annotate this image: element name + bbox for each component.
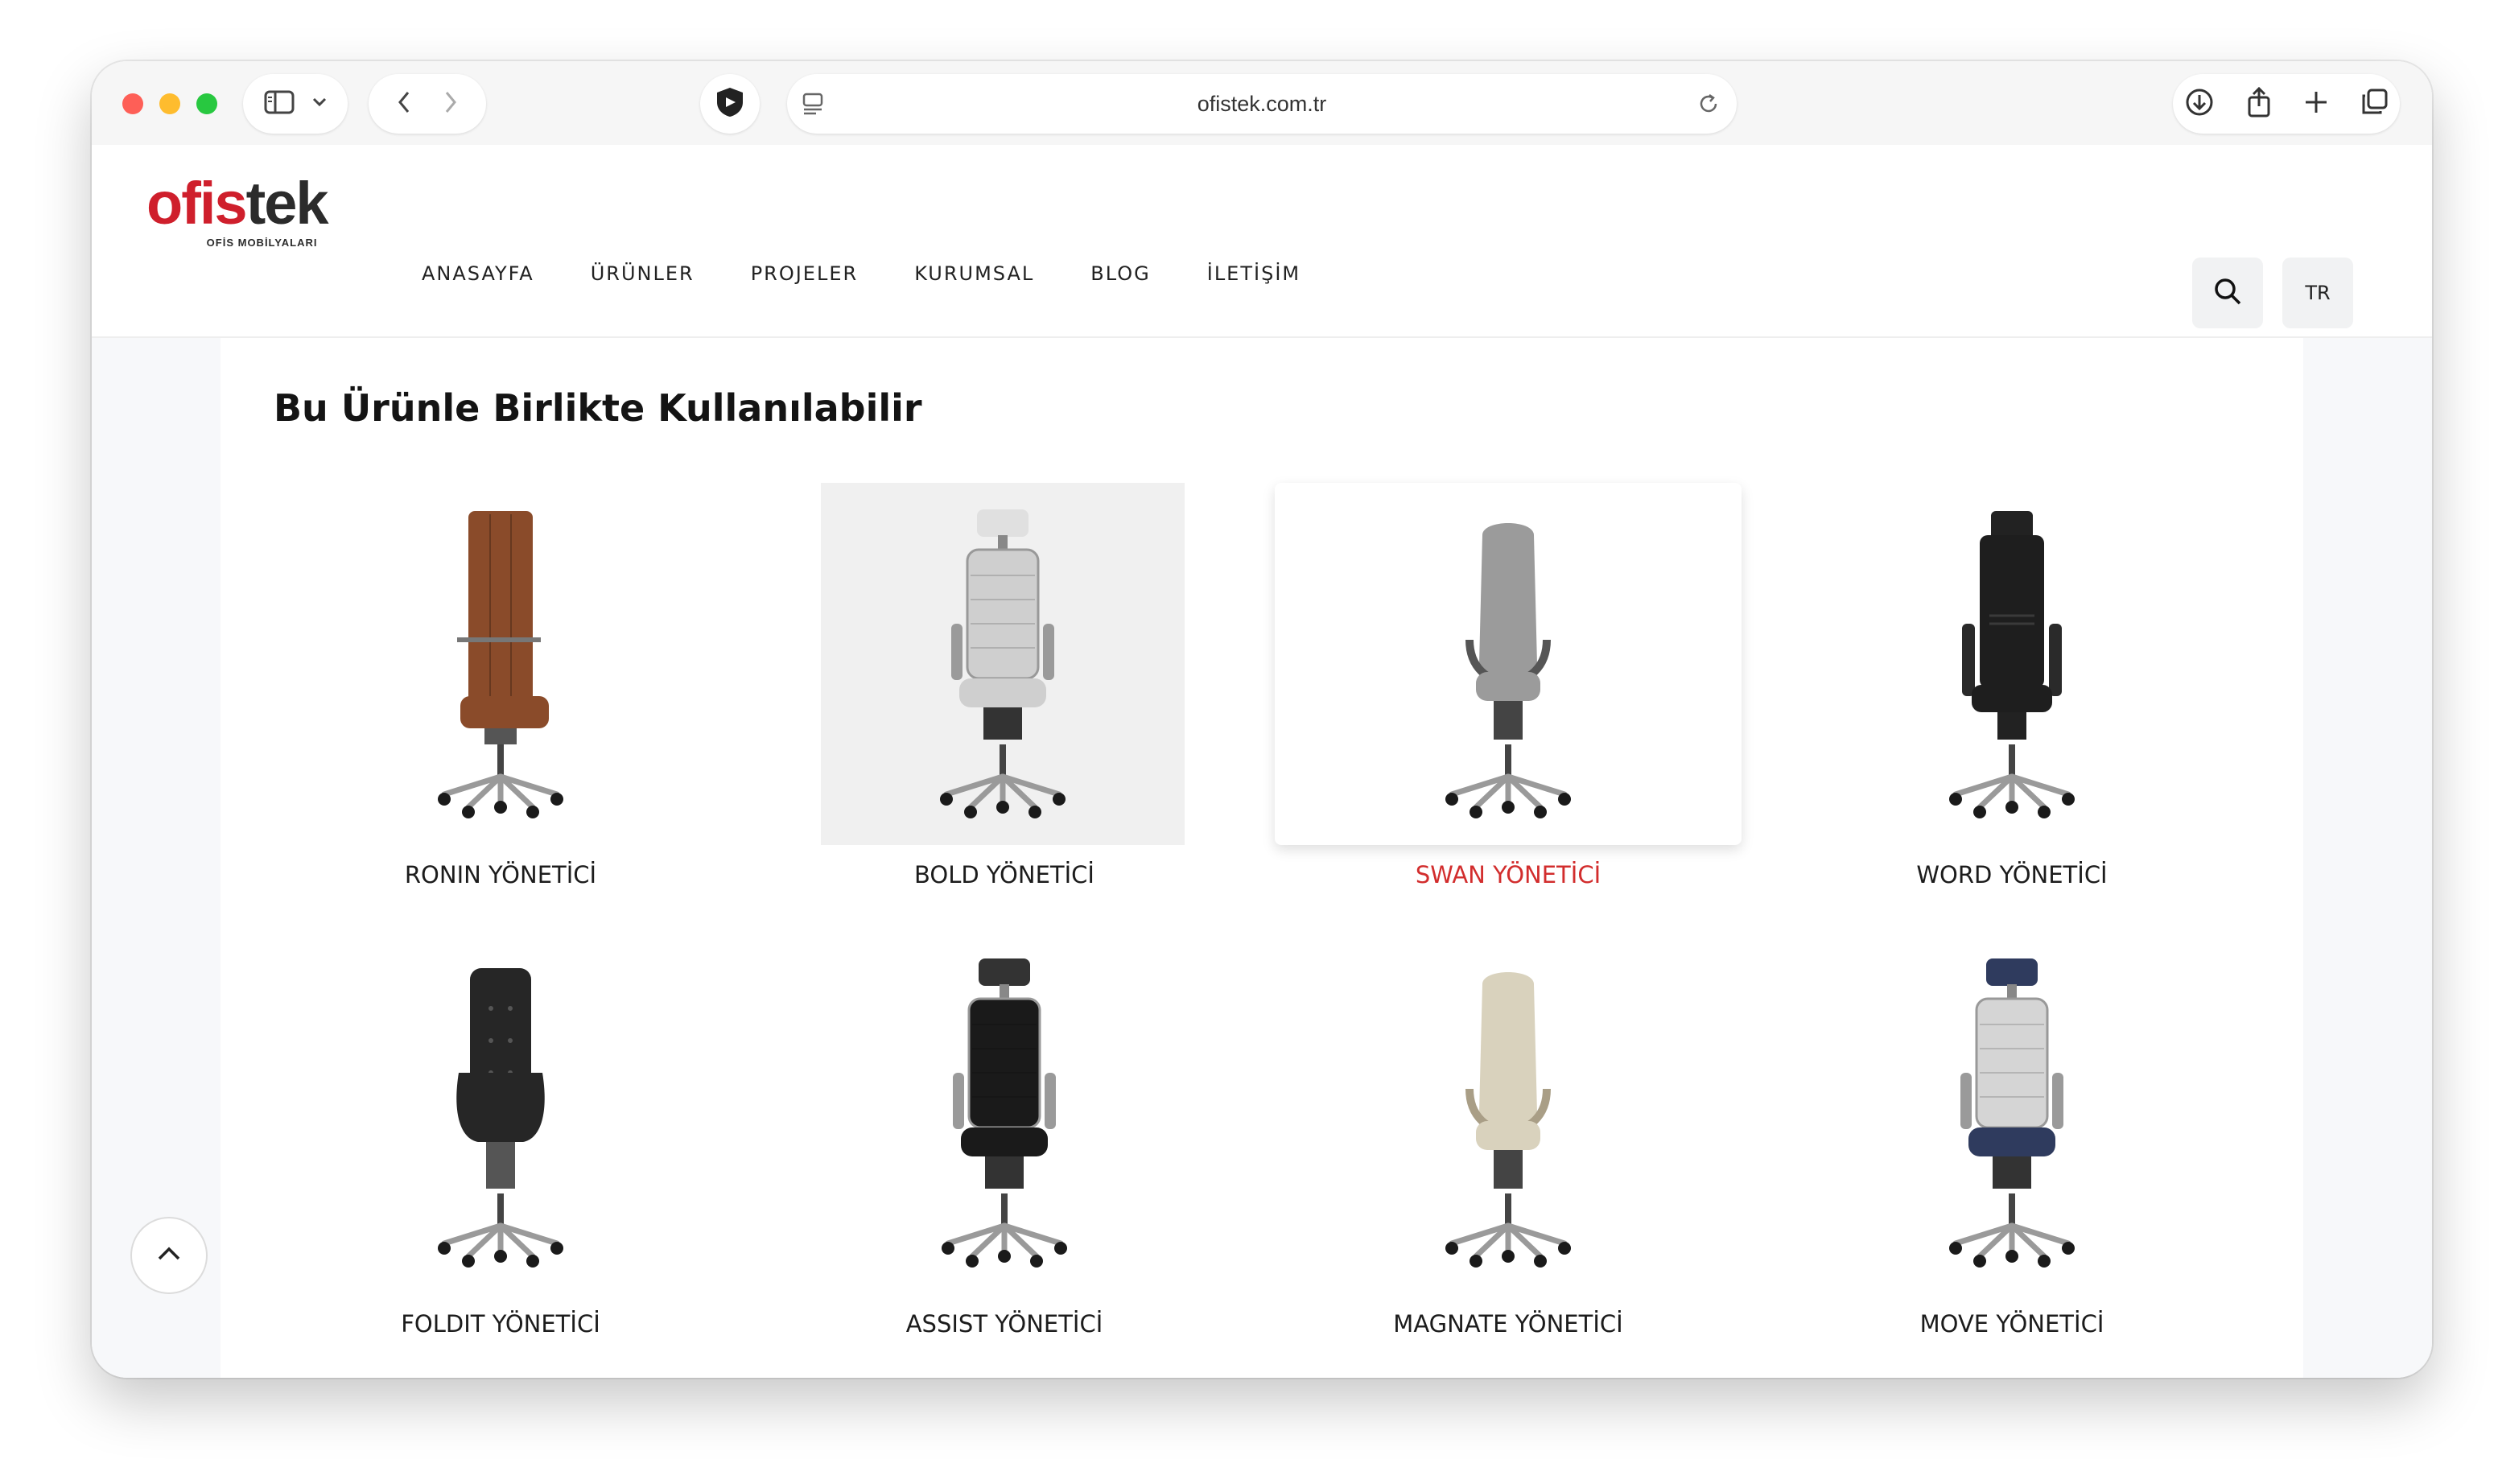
sidebar-toggle-group[interactable] bbox=[243, 74, 348, 134]
reload-icon[interactable] bbox=[1696, 92, 1721, 120]
nav-item-kurumsal[interactable]: KURUMSAL bbox=[914, 262, 1034, 285]
logo-tagline: OFİS MOBİLYALARI bbox=[206, 237, 318, 249]
section-title: Bu Ürünle Birlikte Kullanılabilir bbox=[274, 386, 922, 430]
product-image[interactable] bbox=[267, 932, 734, 1294]
url-text: ofistek.com.tr bbox=[1197, 91, 1327, 116]
product-name[interactable]: SWAN YÖNETİCİ bbox=[1275, 861, 1742, 888]
share-icon[interactable] bbox=[2246, 86, 2272, 122]
chevron-down-icon[interactable] bbox=[312, 97, 327, 111]
product-card[interactable]: MOVE YÖNETİCİ bbox=[1779, 932, 2245, 1358]
nav-item-iletisim[interactable]: İLETİŞİM bbox=[1207, 262, 1301, 285]
search-icon bbox=[2213, 277, 2242, 310]
main-nav: ANASAYFA ÜRÜNLER PROJELER KURUMSAL BLOG … bbox=[422, 258, 1357, 290]
history-nav-group bbox=[369, 74, 486, 134]
site-header: ofistek OFİS MOBİLYALARI ANASAYFA ÜRÜNLE… bbox=[92, 145, 2432, 338]
logo-text-part1: ofis bbox=[146, 170, 248, 237]
product-name[interactable]: MAGNATE YÖNETİCİ bbox=[1275, 1310, 1742, 1338]
product-name[interactable]: ASSIST YÖNETİCİ bbox=[771, 1310, 1238, 1338]
zoom-window-button[interactable] bbox=[196, 93, 217, 114]
close-window-button[interactable] bbox=[122, 93, 143, 114]
product-name[interactable]: RONIN YÖNETİCİ bbox=[267, 861, 734, 888]
product-card[interactable]: FOLDIT YÖNETİCİ bbox=[267, 932, 734, 1358]
product-image[interactable] bbox=[267, 483, 734, 845]
related-products-section: Bu Ürünle Birlikte Kullanılabilir RONIN … bbox=[221, 338, 2303, 1378]
sidebar-icon[interactable] bbox=[264, 89, 295, 119]
product-card[interactable]: RONIN YÖNETİCİ bbox=[267, 483, 734, 909]
new-tab-icon[interactable] bbox=[2304, 90, 2328, 118]
logo-wordmark: ofistek bbox=[146, 174, 329, 233]
address-bar[interactable]: ofistek.com.tr bbox=[787, 74, 1737, 134]
forward-arrow-icon[interactable] bbox=[444, 91, 457, 117]
product-card[interactable]: BOLD YÖNETİCİ bbox=[771, 483, 1238, 909]
shield-icon bbox=[715, 86, 745, 122]
product-card[interactable]: WORD YÖNETİCİ bbox=[1779, 483, 2245, 909]
minimize-window-button[interactable] bbox=[159, 93, 180, 114]
nav-item-blog[interactable]: BLOG bbox=[1090, 262, 1150, 285]
chevron-up-icon bbox=[157, 1247, 181, 1265]
product-name[interactable]: FOLDIT YÖNETİCİ bbox=[267, 1310, 734, 1338]
product-name[interactable]: MOVE YÖNETİCİ bbox=[1779, 1310, 2245, 1338]
product-image[interactable] bbox=[771, 932, 1238, 1294]
product-image[interactable] bbox=[1275, 932, 1742, 1294]
product-name[interactable]: BOLD YÖNETİCİ bbox=[771, 861, 1238, 888]
nav-item-urunler[interactable]: ÜRÜNLER bbox=[591, 262, 695, 285]
back-arrow-icon[interactable] bbox=[398, 91, 410, 117]
product-card[interactable]: ASSIST YÖNETİCİ bbox=[771, 932, 1238, 1358]
browser-window: ofistek.com.tr ofistek OFİS MOBİLYALARI … bbox=[92, 61, 2432, 1378]
ofistek-logo[interactable]: ofistek OFİS MOBİLYALARI bbox=[146, 174, 329, 249]
language-label: TR bbox=[2305, 282, 2331, 304]
nav-item-anasayfa[interactable]: ANASAYFA bbox=[422, 262, 534, 285]
product-image[interactable] bbox=[1779, 932, 2245, 1294]
product-card[interactable]: MAGNATE YÖNETİCİ bbox=[1275, 932, 1742, 1358]
back-to-top-button[interactable] bbox=[130, 1217, 208, 1294]
product-image[interactable] bbox=[821, 483, 1185, 845]
language-button[interactable]: TR bbox=[2282, 258, 2353, 328]
toolbar-actions-group bbox=[2173, 74, 2400, 134]
search-button[interactable] bbox=[2192, 258, 2263, 328]
browser-toolbar: ofistek.com.tr bbox=[92, 61, 2432, 145]
product-name[interactable]: WORD YÖNETİCİ bbox=[1779, 861, 2245, 888]
page-menu-icon[interactable] bbox=[802, 92, 824, 120]
product-image[interactable] bbox=[1779, 483, 2245, 845]
logo-text-part2: tek bbox=[245, 170, 329, 237]
product-card[interactable]: SWAN YÖNETİCİ bbox=[1275, 483, 1742, 909]
privacy-shield-button[interactable] bbox=[700, 74, 760, 134]
product-image[interactable] bbox=[1275, 483, 1742, 845]
tabs-overview-icon[interactable] bbox=[2360, 89, 2388, 120]
nav-item-projeler[interactable]: PROJELER bbox=[751, 262, 859, 285]
download-icon[interactable] bbox=[2185, 88, 2214, 121]
